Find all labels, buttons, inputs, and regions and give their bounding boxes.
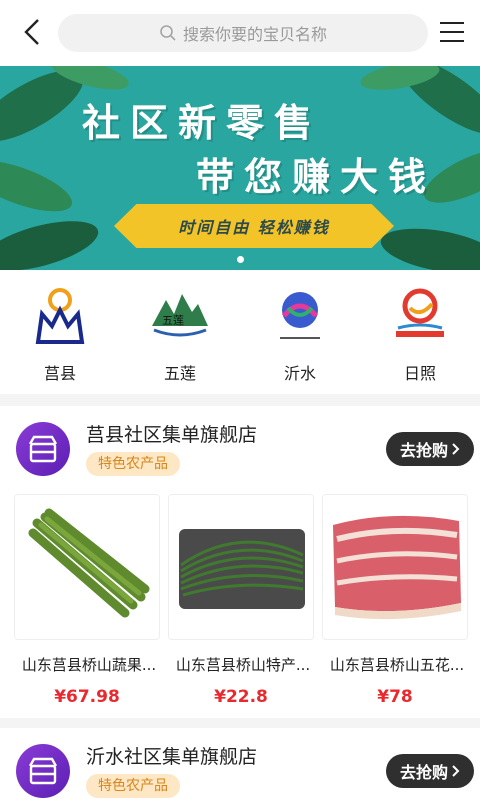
top-bar: 搜索你要的宝贝名称 — [0, 0, 480, 66]
category-juxian[interactable]: 莒县 — [0, 270, 120, 394]
store-avatar[interactable] — [16, 744, 70, 798]
hamburger-menu-icon — [440, 22, 464, 42]
product-card[interactable]: 山东莒县桥山特产... ¥22.8 — [168, 494, 314, 707]
store-tag: 特色农产品 — [86, 774, 180, 798]
product-price: ¥22.8 — [214, 687, 268, 707]
chevron-left-icon — [24, 19, 39, 45]
buy-now-button[interactable]: 去抢购 — [386, 432, 474, 466]
buy-now-label: 去抢购 — [399, 763, 448, 782]
category-rizhao[interactable]: 日照 — [360, 270, 480, 394]
category-label: 沂水 — [283, 364, 316, 383]
product-name: 山东莒县桥山蔬果... — [21, 656, 157, 674]
product-name: 山东莒县桥山特产... — [175, 656, 311, 674]
product-list: 山东莒县桥山蔬果... ¥67.98 山东莒县桥山特产... ¥22.8 山东莒… — [14, 494, 474, 707]
store-name[interactable]: 沂水社区集单旗舰店 — [86, 742, 257, 769]
category-label: 五莲 — [163, 364, 196, 383]
storefront-icon — [28, 757, 58, 785]
category-label: 莒县 — [43, 364, 76, 383]
buy-now-button[interactable]: 去抢购 — [386, 754, 474, 788]
long-beans-image-icon — [168, 494, 314, 640]
promo-banner[interactable]: 社区新零售 带您赚大钱 时间自由 轻松赚钱 — [0, 66, 480, 270]
product-price: ¥67.98 — [54, 687, 120, 707]
yishui-logo-icon — [268, 284, 332, 348]
carousel-dot[interactable] — [237, 256, 244, 263]
product-card[interactable]: 山东莒县桥山蔬果... ¥67.98 — [14, 494, 160, 707]
chevron-right-icon — [452, 765, 460, 777]
store-name[interactable]: 莒县社区集单旗舰店 — [86, 420, 257, 447]
store-card: 莒县社区集单旗舰店 特色农产品 去抢购 山东莒县桥山蔬果... ¥67.98 山… — [0, 406, 480, 718]
search-input[interactable]: 搜索你要的宝贝名称 — [58, 14, 428, 52]
category-yishui[interactable]: 沂水 — [240, 270, 360, 394]
pork-belly-image-icon — [322, 494, 468, 640]
buy-now-label: 去抢购 — [399, 441, 448, 460]
product-name: 山东莒县桥山五花... — [329, 656, 465, 674]
store-avatar[interactable] — [16, 422, 70, 476]
product-card[interactable]: 山东莒县桥山五花... ¥78 — [322, 494, 468, 707]
category-wulian[interactable]: 五莲 五莲 — [120, 270, 240, 394]
svg-text:五莲: 五莲 — [162, 314, 184, 327]
crown-sun-logo-icon — [28, 284, 92, 348]
rizhao-logo-icon — [388, 284, 452, 348]
asparagus-image-icon — [14, 494, 160, 640]
storefront-icon — [28, 435, 58, 463]
chevron-right-icon — [452, 443, 460, 455]
product-price: ¥78 — [377, 687, 413, 707]
menu-button[interactable] — [434, 14, 470, 50]
banner-headline: 社区新零售 — [82, 100, 323, 145]
store-tag: 特色农产品 — [86, 452, 180, 476]
store-card: 沂水社区集单旗舰店 特色农产品 去抢购 — [0, 728, 480, 800]
mountain-logo-icon: 五莲 — [148, 284, 212, 348]
search-icon — [160, 25, 176, 41]
banner-subheadline: 带您赚大钱 — [196, 154, 437, 199]
banner-ribbon: 时间自由 轻松赚钱 — [114, 204, 394, 248]
category-label: 日照 — [403, 364, 436, 383]
category-row: 莒县 五莲 五莲 沂水 日照 — [0, 270, 480, 394]
search-placeholder: 搜索你要的宝贝名称 — [182, 25, 327, 44]
back-button[interactable] — [14, 14, 50, 50]
